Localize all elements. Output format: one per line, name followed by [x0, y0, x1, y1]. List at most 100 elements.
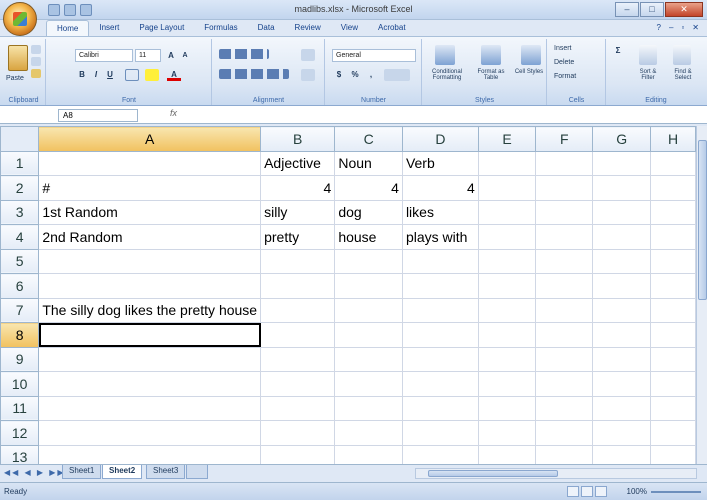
maximize-button[interactable]: □ [640, 2, 664, 17]
cell[interactable]: dog [334, 199, 403, 225]
sort-filter-icon[interactable] [639, 45, 657, 65]
cell[interactable] [650, 248, 696, 274]
close-button[interactable]: ✕ [665, 2, 703, 17]
cell[interactable]: 4 [260, 175, 336, 201]
paste-button[interactable]: Paste [6, 75, 24, 82]
tab-view[interactable]: View [331, 20, 368, 36]
cell[interactable] [260, 346, 336, 372]
cell[interactable]: house [334, 224, 403, 250]
wrap-text-icon[interactable] [301, 49, 315, 61]
cell[interactable] [334, 395, 403, 421]
cut-icon[interactable] [31, 45, 41, 54]
cell[interactable] [401, 444, 479, 464]
autosum-icon[interactable]: Σ [613, 45, 623, 57]
cell[interactable] [38, 346, 262, 372]
cell[interactable]: likes [401, 199, 479, 225]
row-header[interactable]: 11 [0, 395, 40, 421]
cell[interactable] [592, 273, 652, 299]
cell[interactable] [477, 420, 537, 446]
cell[interactable] [535, 395, 594, 421]
page-layout-view-icon[interactable] [581, 486, 593, 497]
cell[interactable]: The silly dog likes the pretty house [38, 297, 262, 323]
cell[interactable] [477, 371, 537, 397]
tab-page-layout[interactable]: Page Layout [129, 20, 194, 36]
cell[interactable] [650, 322, 696, 348]
bold-button[interactable]: B [77, 69, 87, 81]
cell[interactable] [650, 346, 696, 372]
tab-review[interactable]: Review [285, 20, 331, 36]
horizontal-scrollbar[interactable] [415, 468, 697, 479]
row-header[interactable]: 5 [0, 248, 40, 274]
vertical-align-icons[interactable] [219, 49, 269, 59]
sheet-tab-sheet3[interactable]: Sheet3 [146, 465, 186, 479]
column-header-c[interactable]: C [334, 126, 403, 152]
borders-icon[interactable] [125, 69, 139, 81]
font-color-icon[interactable]: A [167, 69, 181, 81]
percent-icon[interactable]: % [350, 69, 360, 81]
cell[interactable] [38, 371, 262, 397]
cell[interactable] [650, 224, 696, 250]
cell[interactable] [535, 346, 594, 372]
tab-insert[interactable]: Insert [89, 20, 129, 36]
help-icon[interactable]: ? [657, 23, 661, 32]
cell[interactable] [592, 346, 652, 372]
cell[interactable] [260, 420, 336, 446]
row-header[interactable]: 8 [0, 322, 40, 348]
cell[interactable] [535, 297, 594, 323]
cell[interactable] [535, 371, 594, 397]
cell[interactable] [334, 371, 403, 397]
zoom-level[interactable]: 100% [627, 487, 647, 496]
cell[interactable] [592, 248, 652, 274]
cell[interactable] [592, 444, 652, 464]
ribbon-close-icon[interactable]: ✕ [692, 23, 699, 32]
cell[interactable] [401, 395, 479, 421]
name-box[interactable]: A8 [58, 109, 138, 122]
cell[interactable] [592, 420, 652, 446]
cell[interactable] [535, 248, 594, 274]
cell[interactable] [592, 175, 652, 201]
cell[interactable] [401, 322, 479, 348]
cell[interactable] [592, 297, 652, 323]
column-header-g[interactable]: G [592, 126, 652, 152]
conditional-formatting-icon[interactable] [435, 45, 455, 65]
row-header[interactable]: 7 [0, 297, 40, 323]
tab-data[interactable]: Data [248, 20, 285, 36]
sheet-nav-arrows[interactable]: ◀◀ ◀ ▶ ▶▶ [4, 468, 66, 477]
tab-home[interactable]: Home [46, 20, 90, 36]
cell[interactable] [38, 444, 262, 464]
cell[interactable] [535, 322, 594, 348]
cell[interactable] [477, 346, 537, 372]
normal-view-icon[interactable] [567, 486, 579, 497]
conditional-formatting-button[interactable]: Conditional Formatting [425, 69, 469, 81]
cell[interactable]: silly [260, 199, 336, 225]
cell[interactable] [38, 150, 262, 176]
row-header[interactable]: 6 [0, 273, 40, 299]
cell[interactable] [260, 444, 336, 464]
zoom-slider[interactable] [651, 491, 701, 493]
font-size-select[interactable]: 11 [135, 49, 161, 62]
active-cell[interactable] [38, 322, 262, 348]
insert-cells-button[interactable]: Insert [554, 45, 572, 52]
column-header-f[interactable]: F [535, 126, 594, 152]
cell[interactable] [401, 248, 479, 274]
cell[interactable] [592, 199, 652, 225]
format-cells-button[interactable]: Format [554, 73, 576, 80]
column-header-d[interactable]: D [401, 126, 479, 152]
delete-cells-button[interactable]: Delete [554, 59, 574, 66]
cell[interactable] [650, 420, 696, 446]
row-header[interactable]: 2 [0, 175, 40, 201]
cell[interactable] [38, 273, 262, 299]
font-name-select[interactable]: Calibri [75, 49, 133, 62]
row-header[interactable]: 13 [0, 444, 40, 464]
insert-sheet-icon[interactable] [186, 465, 208, 479]
format-as-table-icon[interactable] [481, 45, 501, 65]
cell[interactable] [535, 420, 594, 446]
cell-grid[interactable]: A B C D E F G H 1 Adjective Noun Verb 2 … [0, 126, 696, 464]
cell[interactable] [650, 297, 696, 323]
cell[interactable]: Adjective [260, 150, 336, 176]
cell[interactable] [334, 322, 403, 348]
cell[interactable]: Verb [401, 150, 479, 176]
cell[interactable] [477, 248, 537, 274]
cell[interactable] [334, 346, 403, 372]
cell[interactable] [650, 444, 696, 464]
